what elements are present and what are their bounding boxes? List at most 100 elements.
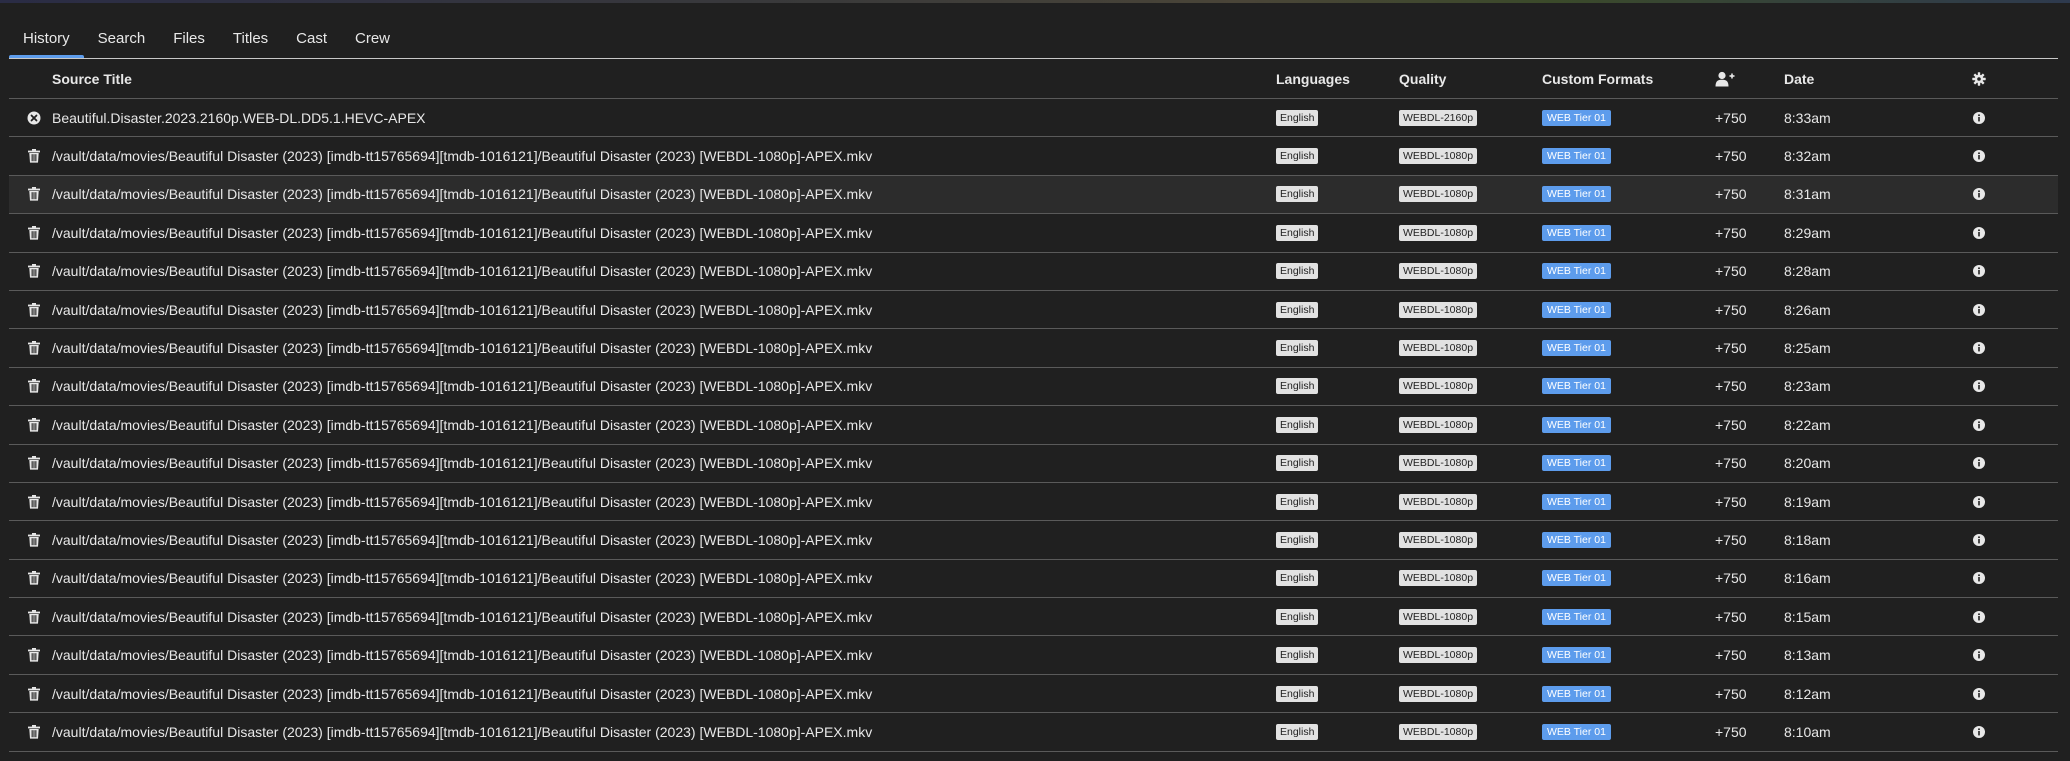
info-icon[interactable] xyxy=(1969,675,1989,712)
row-date: 8:20am xyxy=(1784,455,1831,472)
language-badge: English xyxy=(1276,416,1319,433)
quality-badge: WEBDL-1080p xyxy=(1399,647,1478,664)
info-icon[interactable] xyxy=(1969,445,1989,482)
table-row[interactable]: /vault/data/movies/Beautiful Disaster (2… xyxy=(9,175,2058,215)
table-row[interactable]: /vault/data/movies/Beautiful Disaster (2… xyxy=(9,560,2058,599)
custom-format-badge: WEB Tier 01 xyxy=(1542,531,1611,548)
custom-format-badge: WEB Tier 01 xyxy=(1542,186,1611,203)
table-row[interactable]: /vault/data/movies/Beautiful Disaster (2… xyxy=(9,598,2058,637)
language-badge: English xyxy=(1276,608,1319,625)
table-row[interactable]: /vault/data/movies/Beautiful Disaster (2… xyxy=(9,483,2058,522)
trash-icon[interactable] xyxy=(19,560,49,597)
tab-cast[interactable]: Cast xyxy=(282,22,341,58)
quality-badge: WEBDL-1080p xyxy=(1399,378,1478,395)
language-badge: English xyxy=(1276,378,1319,395)
table-row[interactable]: /vault/data/movies/Beautiful Disaster (2… xyxy=(9,329,2058,368)
table-row[interactable]: /vault/data/movies/Beautiful Disaster (2… xyxy=(9,406,2058,445)
header-date[interactable]: Date xyxy=(1784,59,1814,98)
custom-format-badge: WEB Tier 01 xyxy=(1542,416,1611,433)
info-icon[interactable] xyxy=(1969,483,1989,520)
quality-badge: WEBDL-1080p xyxy=(1399,455,1478,472)
table-row[interactable]: /vault/data/movies/Beautiful Disaster (2… xyxy=(9,445,2058,483)
header-source-title[interactable]: Source Title xyxy=(52,59,132,98)
table-row[interactable]: /vault/data/movies/Beautiful Disaster (2… xyxy=(9,137,2058,176)
row-date: 8:10am xyxy=(1784,723,1831,740)
info-icon[interactable] xyxy=(1969,99,1989,136)
trash-icon[interactable] xyxy=(19,329,49,366)
info-icon[interactable] xyxy=(1969,521,1989,558)
table-row[interactable]: /vault/data/movies/Beautiful Disaster (2… xyxy=(9,368,2058,407)
user-plus-icon[interactable] xyxy=(1715,59,1735,98)
trash-icon[interactable] xyxy=(19,636,49,673)
row-score: +750 xyxy=(1715,186,1747,203)
info-icon[interactable] xyxy=(1969,291,1989,328)
table-row[interactable]: /vault/data/movies/Beautiful Disaster (2… xyxy=(9,675,2058,714)
row-score: +750 xyxy=(1715,608,1747,625)
row-source-title: /vault/data/movies/Beautiful Disaster (2… xyxy=(52,301,873,318)
trash-icon[interactable] xyxy=(19,291,49,328)
trash-icon[interactable] xyxy=(19,445,49,482)
header-languages[interactable]: Languages xyxy=(1276,59,1350,98)
trash-icon[interactable] xyxy=(19,521,49,558)
tab-titles[interactable]: Titles xyxy=(219,22,282,58)
info-icon[interactable] xyxy=(1969,636,1989,673)
quality-badge: WEBDL-1080p xyxy=(1399,148,1478,165)
custom-format-badge: WEB Tier 01 xyxy=(1542,685,1611,702)
info-icon[interactable] xyxy=(1969,560,1989,597)
trash-icon[interactable] xyxy=(19,253,49,290)
custom-format-badge: WEB Tier 01 xyxy=(1542,263,1611,280)
trash-icon[interactable] xyxy=(19,675,49,712)
trash-icon[interactable] xyxy=(19,176,49,213)
info-icon[interactable] xyxy=(1969,253,1989,290)
row-date: 8:25am xyxy=(1784,340,1831,357)
custom-format-badge: WEB Tier 01 xyxy=(1542,224,1611,241)
row-date: 8:19am xyxy=(1784,493,1831,510)
info-icon[interactable] xyxy=(1969,598,1989,635)
info-icon[interactable] xyxy=(1969,368,1989,405)
quality-badge: WEBDL-1080p xyxy=(1399,263,1478,280)
row-source-title: /vault/data/movies/Beautiful Disaster (2… xyxy=(52,608,873,625)
header-custom-formats[interactable]: Custom Formats xyxy=(1542,59,1653,98)
table-row[interactable]: /vault/data/movies/Beautiful Disaster (2… xyxy=(9,713,2058,752)
row-date: 8:15am xyxy=(1784,608,1831,625)
row-source-title: /vault/data/movies/Beautiful Disaster (2… xyxy=(52,723,873,740)
info-icon[interactable] xyxy=(1969,329,1989,366)
trash-icon[interactable] xyxy=(19,406,49,443)
info-icon[interactable] xyxy=(1969,176,1989,213)
custom-format-badge: WEB Tier 01 xyxy=(1542,570,1611,587)
table-row[interactable]: /vault/data/movies/Beautiful Disaster (2… xyxy=(9,521,2058,560)
trash-icon[interactable] xyxy=(19,137,49,174)
custom-format-badge: WEB Tier 01 xyxy=(1542,493,1611,510)
row-source-title: /vault/data/movies/Beautiful Disaster (2… xyxy=(52,416,873,433)
quality-badge: WEBDL-1080p xyxy=(1399,493,1478,510)
trash-icon[interactable] xyxy=(19,598,49,635)
info-icon[interactable] xyxy=(1969,214,1989,251)
gear-icon[interactable] xyxy=(1969,59,1989,98)
table-row[interactable]: /vault/data/movies/Beautiful Disaster (2… xyxy=(9,253,2058,291)
tab-files[interactable]: Files xyxy=(159,22,219,58)
custom-format-badge: WEB Tier 01 xyxy=(1542,608,1611,625)
info-icon[interactable] xyxy=(1969,406,1989,443)
circle-x-icon[interactable] xyxy=(19,99,49,136)
tab-history[interactable]: History xyxy=(9,22,84,58)
language-badge: English xyxy=(1276,455,1319,472)
custom-format-badge: WEB Tier 01 xyxy=(1542,109,1611,126)
info-icon[interactable] xyxy=(1969,713,1989,750)
table-row[interactable]: /vault/data/movies/Beautiful Disaster (2… xyxy=(9,636,2058,675)
tab-search[interactable]: Search xyxy=(84,22,160,58)
trash-icon[interactable] xyxy=(19,214,49,251)
language-badge: English xyxy=(1276,531,1319,548)
row-score: +750 xyxy=(1715,416,1747,433)
tab-crew[interactable]: Crew xyxy=(341,22,404,58)
header-quality[interactable]: Quality xyxy=(1399,59,1446,98)
language-badge: English xyxy=(1276,723,1319,740)
trash-icon[interactable] xyxy=(19,483,49,520)
language-badge: English xyxy=(1276,340,1319,357)
table-row[interactable]: Beautiful.Disaster.2023.2160p.WEB-DL.DD5… xyxy=(9,99,2058,138)
info-icon[interactable] xyxy=(1969,137,1989,174)
row-date: 8:12am xyxy=(1784,685,1831,702)
trash-icon[interactable] xyxy=(19,713,49,750)
trash-icon[interactable] xyxy=(19,368,49,405)
table-row[interactable]: /vault/data/movies/Beautiful Disaster (2… xyxy=(9,214,2058,253)
table-row[interactable]: /vault/data/movies/Beautiful Disaster (2… xyxy=(9,291,2058,330)
